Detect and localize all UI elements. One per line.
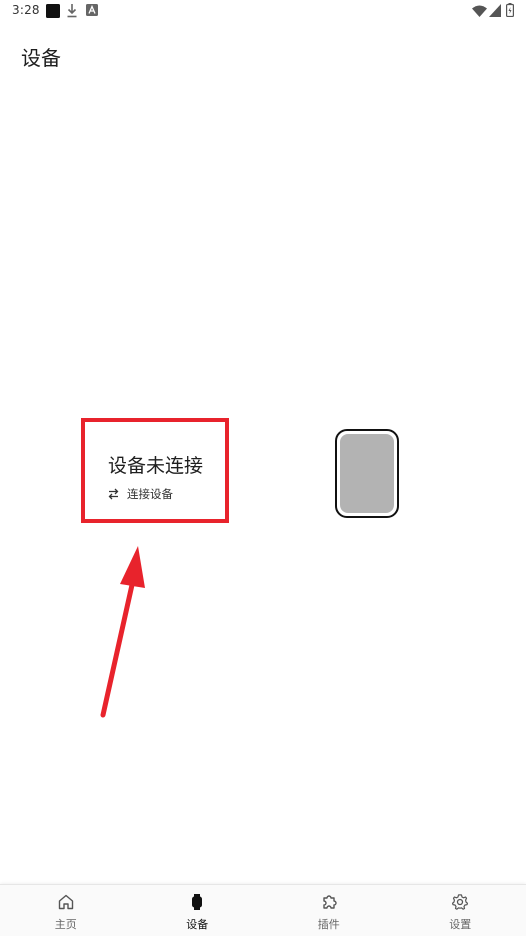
nav-item-settings[interactable]: 设置 bbox=[395, 885, 526, 936]
status-time: 3:28 bbox=[12, 3, 40, 17]
nav-label-home: 主页 bbox=[0, 916, 132, 932]
app-square-icon bbox=[46, 4, 60, 18]
bottom-nav: 主页 设备 插件 设置 bbox=[0, 884, 526, 936]
watch-image bbox=[335, 429, 399, 518]
annotation-arrow-icon bbox=[90, 540, 150, 720]
puzzle-icon bbox=[320, 893, 338, 911]
signal-icon bbox=[489, 4, 501, 17]
nav-label-plugins: 插件 bbox=[263, 916, 395, 932]
home-icon bbox=[57, 893, 75, 911]
connect-device-button[interactable]: 连接设备 bbox=[108, 486, 173, 502]
nav-item-home[interactable]: 主页 bbox=[0, 885, 132, 936]
nav-label-settings: 设置 bbox=[395, 916, 526, 932]
page-title: 设备 bbox=[21, 42, 61, 71]
device-status-text: 设备未连接 bbox=[108, 451, 203, 478]
gear-icon bbox=[451, 893, 469, 911]
swap-arrows-icon bbox=[108, 488, 119, 500]
wifi-icon bbox=[472, 5, 487, 17]
nav-item-device[interactable]: 设备 bbox=[132, 885, 264, 936]
device-card: 设备未连接 连接设备 bbox=[84, 421, 224, 518]
watch-icon bbox=[188, 893, 206, 911]
nav-label-device: 设备 bbox=[132, 916, 264, 932]
watch-screen bbox=[340, 434, 394, 513]
battery-icon bbox=[506, 3, 514, 17]
a-notification-icon bbox=[86, 4, 98, 16]
connect-device-label: 连接设备 bbox=[127, 486, 173, 502]
download-icon bbox=[66, 3, 78, 18]
status-bar: 3:28 bbox=[0, 0, 526, 24]
nav-item-plugins[interactable]: 插件 bbox=[263, 885, 395, 936]
